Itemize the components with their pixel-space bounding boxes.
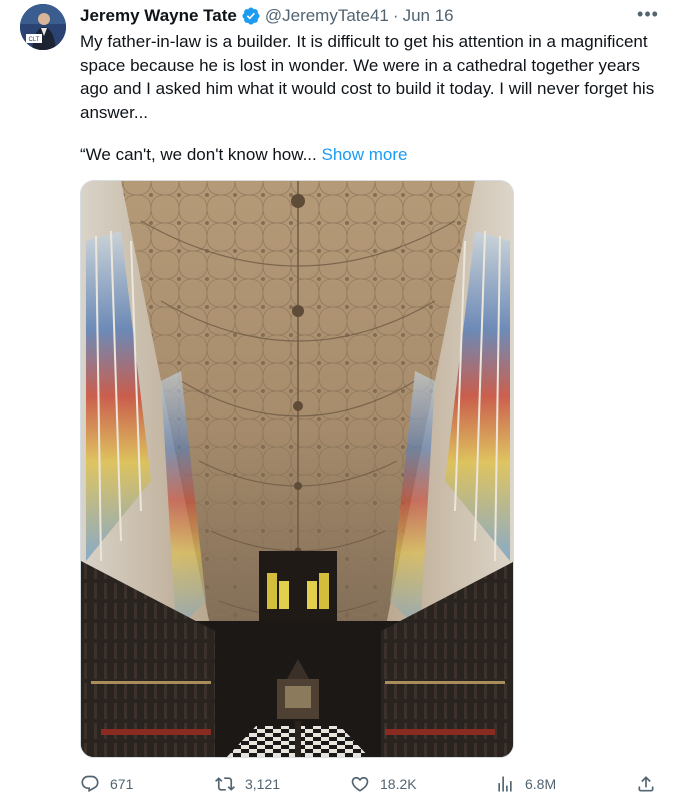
heart-icon <box>351 776 369 792</box>
cathedral-interior-photo <box>81 181 513 757</box>
retweet-count: 3,121 <box>245 776 281 792</box>
tweet-text-continued: “We can't, we don't know how... Show mor… <box>80 143 660 167</box>
retweet-button[interactable]: 3,121 <box>215 772 280 796</box>
tweet-header: Jeremy Wayne Tate @JeremyTate41 · Jun 16… <box>80 4 660 28</box>
avatar-badge-text: CLT <box>29 37 40 43</box>
like-button[interactable]: 18.2K <box>350 772 417 796</box>
avatar[interactable]: CLT <box>20 4 66 50</box>
reply-button[interactable]: 671 <box>80 772 133 796</box>
reply-icon <box>81 775 99 793</box>
like-count: 18.2K <box>380 776 417 792</box>
share-button[interactable] <box>636 772 666 796</box>
avatar-image: CLT <box>20 4 66 50</box>
display-name[interactable]: Jeremy Wayne Tate <box>80 6 237 26</box>
handle[interactable]: @JeremyTate41 <box>265 6 389 26</box>
more-options-icon[interactable]: ••• <box>636 2 660 26</box>
verified-badge-icon <box>241 6 261 26</box>
share-icon <box>638 776 654 792</box>
show-more-link[interactable]: Show more <box>321 145 407 164</box>
reply-count: 671 <box>110 776 134 792</box>
views-chart-icon <box>498 776 512 792</box>
tweet-text: My father-in-law is a builder. It is dif… <box>80 32 655 122</box>
separator-dot: · <box>392 6 399 25</box>
tweet-actions: 671 3,121 18.2K 6.8M <box>80 772 660 796</box>
tweet-date[interactable]: Jun 16 <box>403 6 454 26</box>
tweet[interactable]: CLT Jeremy Wayne Tate @JeremyTate41 · Ju… <box>0 0 680 800</box>
tweet-quote-start: “We can't, we don't know how... <box>80 145 317 164</box>
views-count: 6.8M <box>525 776 557 792</box>
retweet-icon <box>215 777 235 791</box>
views-button[interactable]: 6.8M <box>495 772 556 796</box>
tweet-photo[interactable] <box>80 180 514 758</box>
